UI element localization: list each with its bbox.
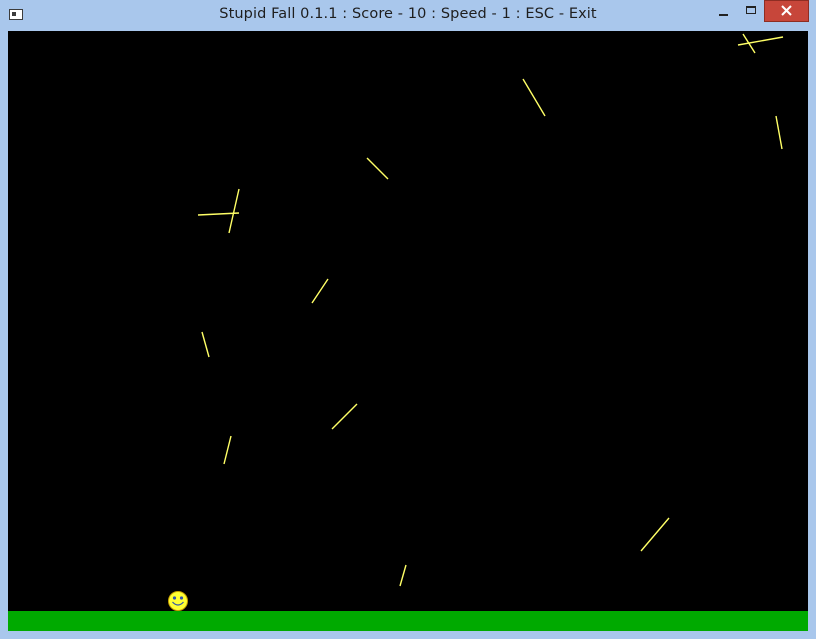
minimize-button[interactable] — [708, 0, 738, 22]
close-button[interactable] — [764, 0, 809, 22]
maximize-icon — [746, 6, 756, 14]
falling-stick — [223, 435, 232, 465]
maximize-button[interactable] — [737, 0, 765, 22]
falling-stick — [522, 78, 546, 117]
falling-stick — [311, 278, 329, 304]
game-window: Stupid Fall 0.1.1 : Score - 10 : Speed -… — [0, 0, 816, 639]
title-bar[interactable]: Stupid Fall 0.1.1 : Score - 10 : Speed -… — [0, 0, 816, 31]
falling-stick — [366, 157, 389, 180]
falling-stick — [640, 517, 670, 552]
ground — [8, 611, 808, 631]
falling-stick — [201, 331, 210, 358]
falling-stick — [737, 36, 784, 46]
falling-stick — [228, 188, 240, 234]
minimize-icon — [719, 14, 728, 16]
game-canvas[interactable] — [8, 31, 808, 631]
window-title: Stupid Fall 0.1.1 : Score - 10 : Speed -… — [219, 6, 597, 22]
falling-stick — [775, 115, 783, 150]
smiley-face-icon — [168, 591, 188, 611]
falling-stick — [399, 564, 407, 587]
close-icon — [781, 5, 792, 16]
game-scene — [8, 33, 808, 631]
falling-stick — [331, 403, 358, 430]
